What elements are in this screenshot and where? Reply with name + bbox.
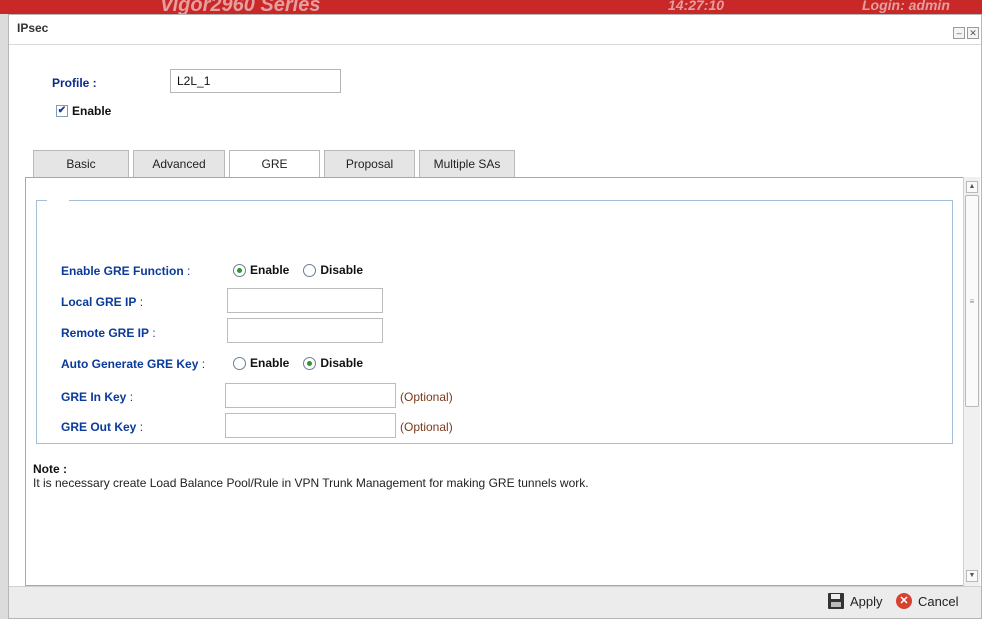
gre-out-key-label: GRE Out Key : <box>61 420 143 434</box>
dialog-titlebar: IPsec – ✕ <box>9 15 981 45</box>
tab-advanced[interactable]: Advanced <box>133 150 225 178</box>
remote-gre-ip-label-text: Remote GRE IP <box>61 326 150 340</box>
scroll-down-icon[interactable]: ▼ <box>966 570 978 582</box>
tab-multiple-sas[interactable]: Multiple SAs <box>419 150 515 178</box>
background-header: Vigor2960 Series 14:27:10 Login: admin <box>0 0 982 14</box>
local-gre-ip-input[interactable] <box>227 288 383 313</box>
auto-generate-gre-key-label: Auto Generate GRE Key : <box>61 357 205 371</box>
gre-out-key-input[interactable] <box>225 413 396 438</box>
label-colon: : <box>183 264 191 278</box>
remote-gre-ip-label: Remote GRE IP : <box>61 326 156 340</box>
enable-gre-function-label: Enable GRE Function : <box>61 264 190 278</box>
gre-in-key-optional-hint: (Optional) <box>400 390 453 404</box>
cancel-icon: ✕ <box>896 593 912 609</box>
panel-scrollbar[interactable]: ▲ ≡ ▼ <box>963 177 980 586</box>
gre-settings-group: Enable GRE Function : Enable Disable Loc… <box>36 200 953 444</box>
profile-enable-checkbox[interactable]: ✔ Enable <box>56 104 111 118</box>
apply-button[interactable]: Apply <box>828 593 883 609</box>
local-gre-ip-label-text: Local GRE IP <box>61 295 137 309</box>
scroll-up-icon[interactable]: ▲ <box>966 181 978 193</box>
note-text: It is necessary create Load Balance Pool… <box>33 476 589 490</box>
gre-out-key-optional-hint: (Optional) <box>400 420 453 434</box>
cancel-button[interactable]: ✕ Cancel <box>896 593 958 609</box>
background-product-title: Vigor2960 Series <box>160 0 321 14</box>
close-icon[interactable]: ✕ <box>967 27 979 39</box>
fieldset-legend-gap <box>47 200 69 202</box>
save-icon <box>828 593 844 609</box>
checkbox-checked-icon[interactable]: ✔ <box>56 105 68 117</box>
gre-tab-panel: Enable GRE Function : Enable Disable Loc… <box>25 177 965 586</box>
auto-key-disable-radio[interactable] <box>303 356 317 370</box>
label-colon: : <box>126 390 134 404</box>
auto-key-enable-label: Enable <box>250 356 290 370</box>
cancel-button-label: Cancel <box>918 593 959 609</box>
label-colon: : <box>198 357 206 371</box>
gre-function-disable-label: Disable <box>320 263 364 277</box>
dialog-footer: Apply ✕ Cancel <box>9 586 981 618</box>
label-colon: : <box>136 420 144 434</box>
label-colon: : <box>149 326 156 340</box>
profile-enable-label: Enable <box>72 104 112 118</box>
tab-gre[interactable]: GRE <box>229 150 320 180</box>
scroll-thumb[interactable]: ≡ <box>965 195 979 407</box>
profile-label: Profile : <box>52 76 97 90</box>
auto-key-disable-label: Disable <box>320 356 364 370</box>
note-title: Note : <box>33 462 67 476</box>
background-clock: 14:27:10 <box>668 0 725 13</box>
auto-key-enable-radio[interactable] <box>233 356 246 370</box>
apply-button-label: Apply <box>850 593 883 609</box>
enable-gre-function-label-text: Enable GRE Function <box>61 264 184 278</box>
auto-generate-gre-key-options: Enable Disable <box>233 356 363 370</box>
gre-in-key-input[interactable] <box>225 383 396 408</box>
gre-function-disable-radio[interactable] <box>303 263 317 277</box>
tab-basic[interactable]: Basic <box>33 150 129 178</box>
gre-in-key-label: GRE In Key : <box>61 390 133 404</box>
remote-gre-ip-input[interactable] <box>227 318 383 343</box>
dialog-title: IPsec <box>17 21 49 35</box>
enable-gre-function-options: Enable Disable <box>233 263 363 277</box>
ipsec-dialog: IPsec – ✕ Profile : ✔ Enable Basic Advan… <box>8 14 982 619</box>
gre-function-enable-label: Enable <box>250 263 290 277</box>
gre-out-key-label-text: GRE Out Key <box>61 420 137 434</box>
minimize-icon[interactable]: – <box>953 27 965 39</box>
profile-name-input[interactable] <box>170 69 341 93</box>
auto-generate-gre-key-label-text: Auto Generate GRE Key <box>61 357 199 371</box>
gre-function-enable-radio[interactable] <box>233 263 246 277</box>
label-colon: : <box>136 295 144 309</box>
local-gre-ip-label: Local GRE IP : <box>61 295 143 309</box>
gre-in-key-label-text: GRE In Key <box>61 390 127 404</box>
tab-proposal[interactable]: Proposal <box>324 150 415 178</box>
background-login-status: Login: admin <box>862 0 950 13</box>
tab-bar: Basic Advanced GRE Proposal Multiple SAs <box>33 150 515 180</box>
